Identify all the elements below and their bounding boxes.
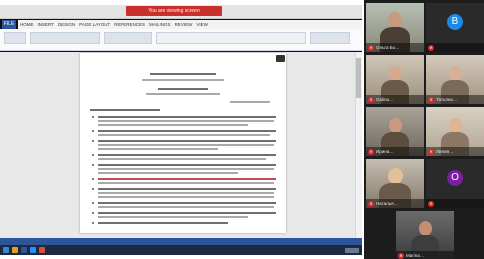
ribbon-tabs: HOME INSERT DESIGN PAGE LAYOUT REFERENCE… [18,20,362,29]
mic-off-icon: ✕ [368,44,374,51]
tab-references[interactable]: REFERENCES [114,22,145,27]
name-bar: ✕ Marina… [396,251,454,259]
tab-mailings[interactable]: MAILINGS [149,22,171,27]
video-tile[interactable]: ✕ Ирина… [366,107,424,156]
participant-name: Лилия… [436,149,454,154]
participant-video [449,118,462,133]
participant-video [389,66,402,81]
video-tile[interactable]: ✕ Лилия… [426,107,484,156]
mic-off-icon: ✕ [428,148,434,155]
participant-name: Ирина… [376,149,394,154]
paragraph-group[interactable] [104,32,152,44]
mic-off-icon: ✕ [428,44,434,51]
browser-icon[interactable] [39,247,45,253]
word-status-bar [0,238,362,245]
participant-name: Татьяна… [436,97,458,102]
explorer-icon[interactable] [12,247,18,253]
participant-video [388,12,402,28]
name-bar: ✕ Galina… [366,95,424,104]
zoom-icon[interactable] [30,247,36,253]
name-bar: ✕ Лилия… [426,147,484,156]
name-bar: ✕ [426,199,484,208]
tab-home[interactable]: HOME [20,22,34,27]
mic-off-icon: ✕ [398,252,404,259]
clock [345,247,359,253]
participant-video [388,168,403,184]
screen-share-banner[interactable]: You are viewing screen [126,6,222,16]
mic-off-icon: ✕ [428,96,434,103]
ribbon [0,29,362,51]
name-bar: ✕ Ирина… [366,147,424,156]
windows-taskbar [0,245,362,255]
name-bar: ✕ Ольга Бо… [366,43,424,52]
video-tile[interactable]: ✕ Татьяна… [426,55,484,104]
start-icon[interactable] [3,247,9,253]
font-group[interactable] [30,32,100,44]
avatar: B [447,14,463,30]
scrollbar-thumb[interactable] [356,58,361,98]
video-tile[interactable]: ✕ Ольга Бо… [366,3,424,52]
mic-off-icon: ✕ [368,148,374,155]
name-bar: ✕ Татьяна… [426,95,484,104]
avatar: О [447,170,463,186]
video-tile[interactable]: ✕ Наталья… [366,159,424,208]
tab-page-layout[interactable]: PAGE LAYOUT [79,22,110,27]
mic-off-icon: ✕ [428,200,434,207]
participant-gallery: ✕ Ольга Бо… B ✕ ✕ Galina… ✕ Татьяна… ✕ И… [364,0,484,259]
tab-insert[interactable]: INSERT [38,22,54,27]
video-tile[interactable]: ✕ Galina… [366,55,424,104]
tab-file[interactable]: FILE [2,20,16,29]
mic-off-icon: ✕ [368,96,374,103]
participant-name: Galina… [376,97,394,102]
participant-video [419,221,432,236]
participant-name: Ольга Бо… [376,45,400,50]
clipboard-group[interactable] [4,32,26,44]
video-tile[interactable]: ✕ Marina… [396,211,454,259]
video-tile[interactable]: О ✕ [426,159,484,208]
video-tile[interactable]: B ✕ [426,3,484,52]
participant-video [449,66,462,81]
document-page[interactable] [80,53,286,233]
participant-name: Наталья… [376,201,399,206]
participant-video [389,118,402,133]
tab-view[interactable]: VIEW [196,22,208,27]
participant-name: Marina… [406,253,425,258]
tab-review[interactable]: REVIEW [175,22,193,27]
styles-gallery[interactable] [156,32,306,44]
editing-group[interactable] [310,32,350,44]
name-bar: ✕ Наталья… [366,199,424,208]
word-icon[interactable] [21,247,27,253]
name-bar: ✕ [426,43,484,52]
view-options-icon[interactable] [276,55,285,62]
mic-off-icon: ✕ [368,200,374,207]
tab-design[interactable]: DESIGN [58,22,75,27]
